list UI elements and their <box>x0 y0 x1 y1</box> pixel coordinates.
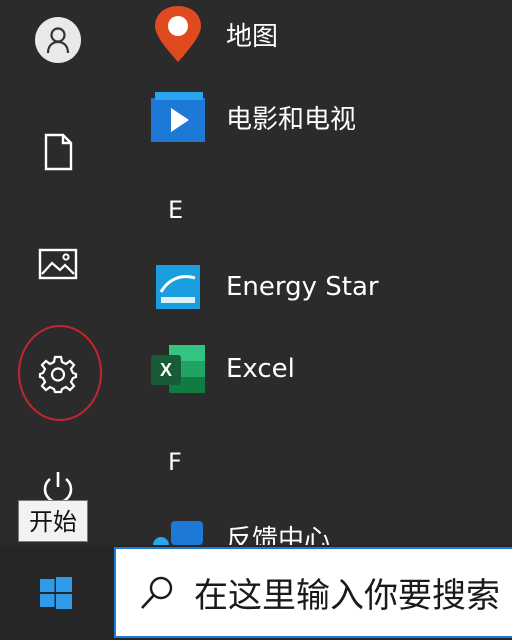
pictures-icon <box>38 248 78 280</box>
taskbar-search-box[interactable]: 在这里输入你要搜索 <box>114 547 512 638</box>
start-menu-left-rail <box>0 0 118 545</box>
section-header-e[interactable]: E <box>168 196 183 224</box>
settings-icon <box>38 355 78 394</box>
pictures-button[interactable] <box>28 236 88 292</box>
start-button[interactable] <box>0 545 112 640</box>
app-label: 电影和电视 <box>226 104 357 135</box>
app-item-feedback-hub[interactable]: 反馈中心 <box>148 505 330 545</box>
movies-tv-icon <box>148 87 208 147</box>
app-label: 反馈中心 <box>226 524 331 546</box>
taskbar: 在这里输入你要搜索 <box>0 545 512 640</box>
app-item-movies-tv[interactable]: 电影和电视 <box>148 85 356 149</box>
app-label: Excel <box>226 354 295 384</box>
user-account-button[interactable] <box>28 12 88 68</box>
app-item-energy-star[interactable]: Energy Star <box>148 255 379 319</box>
app-item-excel[interactable]: X Excel <box>148 337 295 401</box>
maps-icon <box>148 4 208 64</box>
feedback-hub-icon <box>148 507 208 545</box>
start-tooltip: 开始 <box>18 500 88 542</box>
search-icon <box>138 574 176 612</box>
energy-star-icon <box>148 257 208 317</box>
settings-button[interactable] <box>28 346 88 402</box>
app-label: 地图 <box>226 21 279 52</box>
excel-icon: X <box>148 339 208 399</box>
user-avatar-icon <box>35 17 81 63</box>
start-menu: 地图 电影和电视 Energy Star X Excel 反馈中心 E F <box>0 0 512 545</box>
excel-icon-letter: X <box>160 360 172 380</box>
documents-button[interactable] <box>28 124 88 180</box>
app-item-maps[interactable]: 地图 <box>148 2 278 66</box>
windows-logo-icon <box>40 576 72 609</box>
section-header-f[interactable]: F <box>168 448 182 476</box>
app-label: Energy Star <box>226 272 379 302</box>
search-placeholder: 在这里输入你要搜索 <box>194 576 500 616</box>
documents-icon <box>44 133 73 171</box>
